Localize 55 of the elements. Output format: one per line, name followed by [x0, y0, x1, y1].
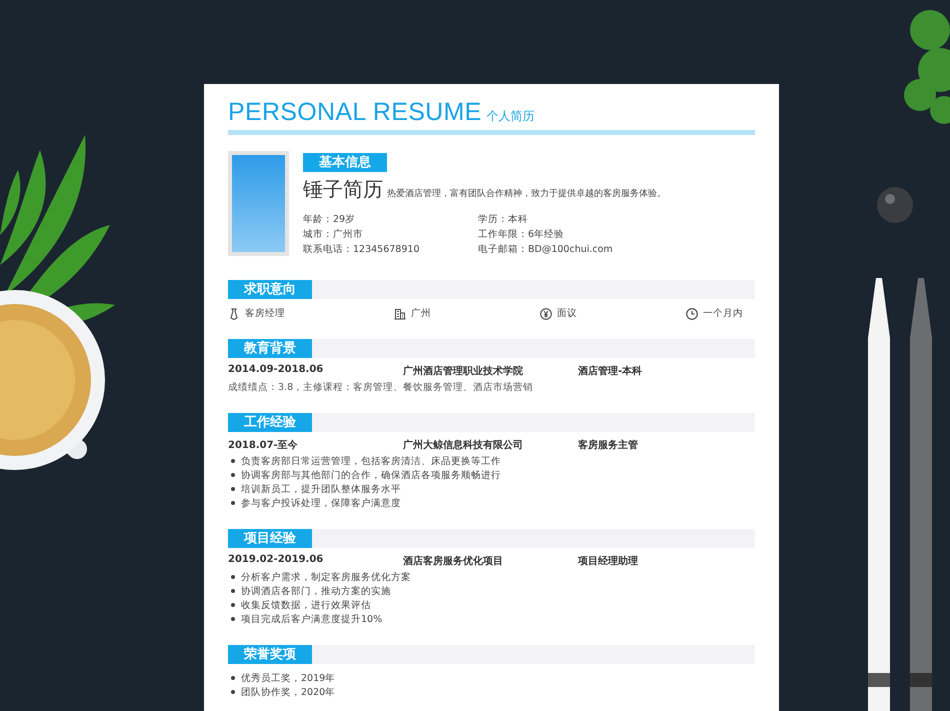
intent-text: 一个月内	[703, 307, 743, 320]
section-heading: 工作经验	[228, 413, 312, 432]
tie-icon	[228, 308, 240, 320]
bullet-icon	[231, 501, 235, 505]
info-field: 工作年限：6年经验	[478, 228, 755, 241]
bullet-icon	[231, 487, 235, 491]
bullet-icon	[231, 676, 235, 680]
section-heading: 荣誉奖项	[228, 645, 312, 664]
intent-text: 面议	[557, 307, 577, 320]
section-heading: 基本信息	[303, 153, 387, 172]
bullet-text: 优秀员工奖，2019年	[241, 672, 336, 684]
entry-role: 酒店管理-本科	[578, 364, 644, 378]
bullet-icon	[231, 575, 235, 579]
info-field: 城市：广州市	[303, 228, 478, 241]
resume-title: PERSONAL RESUME	[228, 98, 482, 127]
entry-date: 2018.07-至今	[228, 438, 299, 452]
bullet-text: 负责客房部日常运营管理，包括客房清洁、床品更换等工作	[241, 454, 501, 468]
section-heading: 教育背景	[228, 339, 312, 358]
entry-date: 2019.02-2019.06	[228, 554, 324, 567]
intent-text: 广州	[411, 307, 431, 320]
summary-text: 热爱酒店管理，富有团队合作精神，致力于提供卓越的客房服务体验。	[387, 188, 666, 200]
bullet-text: 收集反馈数据，进行效果评估	[241, 598, 371, 612]
bullet-icon	[231, 603, 235, 607]
bullet-icon	[231, 617, 235, 621]
bullet-icon	[231, 589, 235, 593]
info-field: 电子邮箱：BD@100chui.com	[478, 243, 755, 256]
clock-icon	[686, 308, 698, 320]
info-field: 联系电话：12345678910	[303, 243, 478, 256]
entry-organization: 广州大鲸信息科技有限公司	[403, 438, 524, 452]
section-heading: 求职意向	[228, 280, 312, 299]
bullet-text: 分析客户需求，制定客房服务优化方案	[241, 570, 411, 584]
candidate-name: 锤子简历	[303, 176, 383, 203]
entry-role: 项目经理助理	[578, 554, 639, 568]
entry-date: 2014.09-2018.06	[228, 364, 324, 377]
intent-text: 客房经理	[245, 307, 285, 320]
bullet-text: 协调酒店各部门，推动方案的实施	[241, 584, 391, 598]
ball-drawing	[876, 186, 914, 224]
section-heading: 项目经验	[228, 529, 312, 548]
resume-subtitle: 个人简历	[486, 108, 535, 125]
info-field: 年龄：29岁	[303, 213, 478, 226]
bullet-icon	[231, 690, 235, 694]
bullet-text: 协调客房部与其他部门的合作，确保酒店各项服务顺畅进行	[241, 468, 501, 482]
info-field: 学历：本科	[478, 213, 755, 226]
entry-organization: 酒店客房服务优化项目	[403, 554, 504, 568]
bullet-text: 项目完成后客户满意度提升10%	[241, 612, 382, 626]
building-icon	[394, 308, 406, 320]
bullet-text: 参与客户投诉处理，保障客户满意度	[241, 496, 401, 510]
bullet-text: 团队协作奖，2020年	[241, 686, 336, 698]
bullet-text: 培训新员工，提升团队整体服务水平	[241, 482, 401, 496]
entry-role: 客房服务主管	[578, 438, 639, 452]
entry-organization: 广州酒店管理职业技术学院	[403, 364, 524, 378]
bullet-icon	[231, 473, 235, 477]
bullet-icon	[231, 459, 235, 463]
yen-icon	[540, 308, 552, 320]
entry-note: 成绩绩点：3.8，主修课程：客房管理、餐饮服务管理、酒店市场营销	[228, 381, 534, 394]
